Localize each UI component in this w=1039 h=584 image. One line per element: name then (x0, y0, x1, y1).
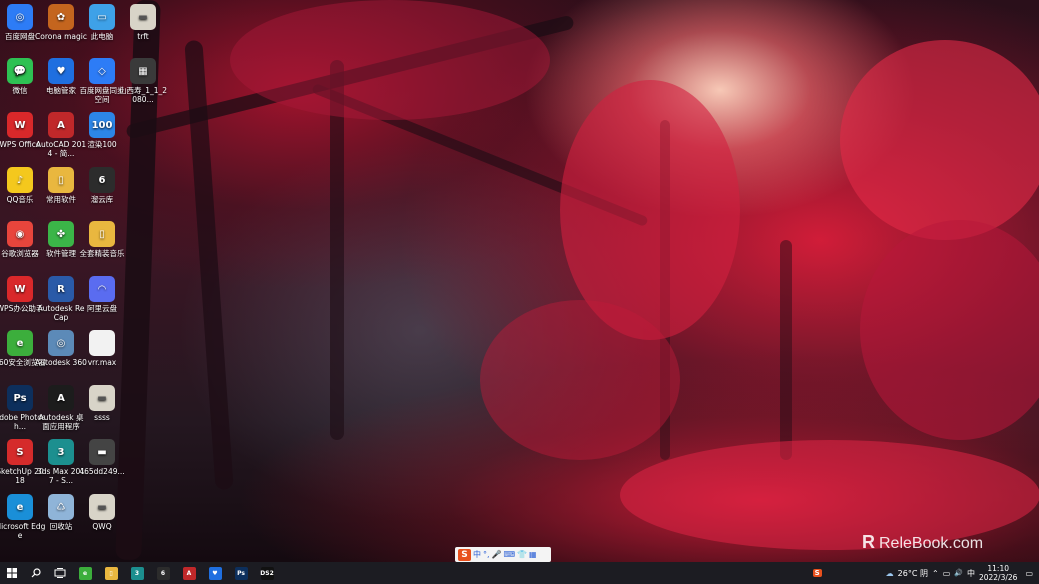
this-pc-icon: ▭ (89, 4, 115, 30)
wps-assistant-icon: W (7, 276, 33, 302)
autodesk-360-icon: ◎ (48, 330, 74, 356)
ime-toolbar[interactable]: S 中 °, 🎤 ⌨ 👕 ▦ (455, 547, 551, 562)
taskbar: e ▯ 3 6 A ♥ Ps DS2 S ☁ 26°C 阴 ⌃ ▭ 🔊 中 11:10 202… (0, 562, 1039, 584)
recycle-bin-icon: ♺ (48, 494, 74, 520)
desktop-icon-label: 全套精装音乐 (79, 249, 125, 258)
autodesk-recap-icon: R (48, 276, 74, 302)
taskbar-app-photoshop[interactable]: Ps (228, 562, 254, 584)
volume-icon[interactable]: 🔊 (954, 569, 963, 577)
desktop-icon-label: QWQ (92, 522, 112, 531)
archive-file-icon: ▦ (130, 58, 156, 84)
taskbar-app-liuyunku[interactable]: 6 (150, 562, 176, 584)
image-file-icon: ▬ (89, 439, 115, 465)
autodesk-desktop-app-icon: A (48, 385, 74, 411)
3dsmax-icon: 3 (48, 439, 74, 465)
baidu-netdisk-icon: ◎ (7, 4, 33, 30)
weather-text[interactable]: 26°C 阴 (898, 568, 928, 579)
watermark: R ReleBook.com (862, 532, 983, 553)
autocad-icon: A (48, 112, 74, 138)
desktop-icon-item[interactable]: ▯ 全套精装音乐 (76, 221, 128, 258)
pc-manager-icon: ♥ (208, 566, 222, 580)
desktop-icon-item[interactable]: 6 溜云库 (76, 167, 128, 204)
tray-ime-mode[interactable]: 中 (967, 568, 975, 579)
ime-skin-icon[interactable]: 👕 (517, 550, 527, 559)
file-explorer-icon: ▯ (104, 566, 118, 580)
desktop-icon-label: ssss (94, 413, 110, 422)
liuyunku-icon: 6 (89, 167, 115, 193)
task-view-icon[interactable] (48, 562, 72, 584)
chrome-icon: ◉ (7, 221, 33, 247)
image-file-icon: ▬ (130, 4, 156, 30)
360-browser-icon: e (78, 566, 92, 580)
baidu-sync-icon: ◇ (89, 58, 115, 84)
desktop-icon-item[interactable]: ▬ 465dd249... (76, 439, 128, 476)
network-icon[interactable]: ▭ (943, 569, 951, 578)
liuyunku-icon: 6 (156, 566, 170, 580)
autocad-icon: A (182, 566, 196, 580)
music-folder-icon: ▯ (89, 221, 115, 247)
corona-icon: ✿ (48, 4, 74, 30)
desktop-icon-item[interactable]: ▦ 山西寿_1_1_2080... (117, 58, 169, 104)
ime-mode-toggle[interactable]: 中 (473, 549, 481, 560)
desktop-icon-item[interactable]: ▬ ssss (76, 385, 128, 422)
tray-overflow-chevron-icon[interactable]: ⌃ (932, 569, 939, 578)
notification-center-icon[interactable]: ▭ (1025, 569, 1033, 578)
system-tray: S ☁ 26°C 阴 ⌃ ▭ 🔊 中 11:10 2022/3/26 ▭ (812, 562, 1039, 584)
desktop-icon-item[interactable]: ▬ QWQ (76, 494, 128, 531)
taskbar-pinned-apps: e ▯ 3 6 A ♥ Ps DS2 (72, 562, 280, 584)
360-browser-icon: e (7, 330, 33, 356)
desktop-icon-label: 465dd249... (79, 467, 125, 476)
desktop-icon-label: 渲染100 (87, 140, 117, 149)
desktop-icon-label: vrr.max (87, 358, 117, 367)
ime-keyboard-icon[interactable]: ⌨ (504, 550, 516, 559)
photoshop-icon: Ps (234, 566, 248, 580)
sogou-tray-icon[interactable]: S (812, 569, 822, 577)
desktop-icon-item[interactable]: 100 渲染100 (76, 112, 128, 149)
blank-file-icon (89, 330, 115, 356)
edge-icon: e (7, 494, 33, 520)
taskbar-app-ds2[interactable]: DS2 (254, 562, 280, 584)
watermark-logo: R (862, 532, 875, 552)
3dsmax-icon: 3 (130, 566, 144, 580)
desktop-icon-item[interactable]: vrr.max (76, 330, 128, 367)
ime-voice-icon[interactable]: 🎤 (492, 550, 502, 559)
aliyun-drive-icon: ◠ (89, 276, 115, 302)
desktop-icon-label: trft (137, 32, 149, 41)
image-file-icon: ▬ (89, 494, 115, 520)
watermark-text: ReleBook.com (879, 535, 984, 552)
taskbar-clock[interactable]: 11:10 2022/3/26 (979, 564, 1017, 582)
pc-manager-icon: ♥ (48, 58, 74, 84)
desktop-icon-item[interactable]: ▬ trft (117, 4, 169, 41)
desktop-icon-item[interactable]: ◠ 阿里云盘 (76, 276, 128, 313)
image-file-icon: ▬ (89, 385, 115, 411)
desktop-icon-label: 阿里云盘 (87, 304, 117, 313)
software-manager-icon: ✤ (48, 221, 74, 247)
clock-time: 11:10 (987, 564, 1010, 573)
ime-tools-icon[interactable]: ▦ (529, 550, 537, 559)
folder-icon: ▯ (48, 167, 74, 193)
taskbar-app-file-explorer[interactable]: ▯ (98, 562, 124, 584)
taskbar-app-pc-manager[interactable]: ♥ (202, 562, 228, 584)
sketchup-icon: S (7, 439, 33, 465)
photoshop-icon: Ps (7, 385, 33, 411)
taskbar-app-autocad[interactable]: A (176, 562, 202, 584)
search-icon[interactable] (24, 562, 48, 584)
ime-punctuation-toggle[interactable]: °, (483, 550, 490, 559)
desktop-icon-label: 山西寿_1_1_2080... (118, 86, 168, 104)
wechat-icon: 💬 (7, 58, 33, 84)
weather-icon[interactable]: ☁ (886, 569, 894, 578)
render100-icon: 100 (89, 112, 115, 138)
taskbar-app-360-browser[interactable]: e (72, 562, 98, 584)
wps-office-icon: W (7, 112, 33, 138)
desktop-icon-label: 溜云库 (90, 195, 114, 204)
windows-start-icon[interactable] (0, 562, 24, 584)
clock-date: 2022/3/26 (978, 573, 1018, 582)
qq-music-icon: ♪ (7, 167, 33, 193)
taskbar-app-3dsmax[interactable]: 3 (124, 562, 150, 584)
ds2-icon: DS2 (260, 566, 274, 580)
sogou-logo-icon[interactable]: S (458, 548, 471, 561)
